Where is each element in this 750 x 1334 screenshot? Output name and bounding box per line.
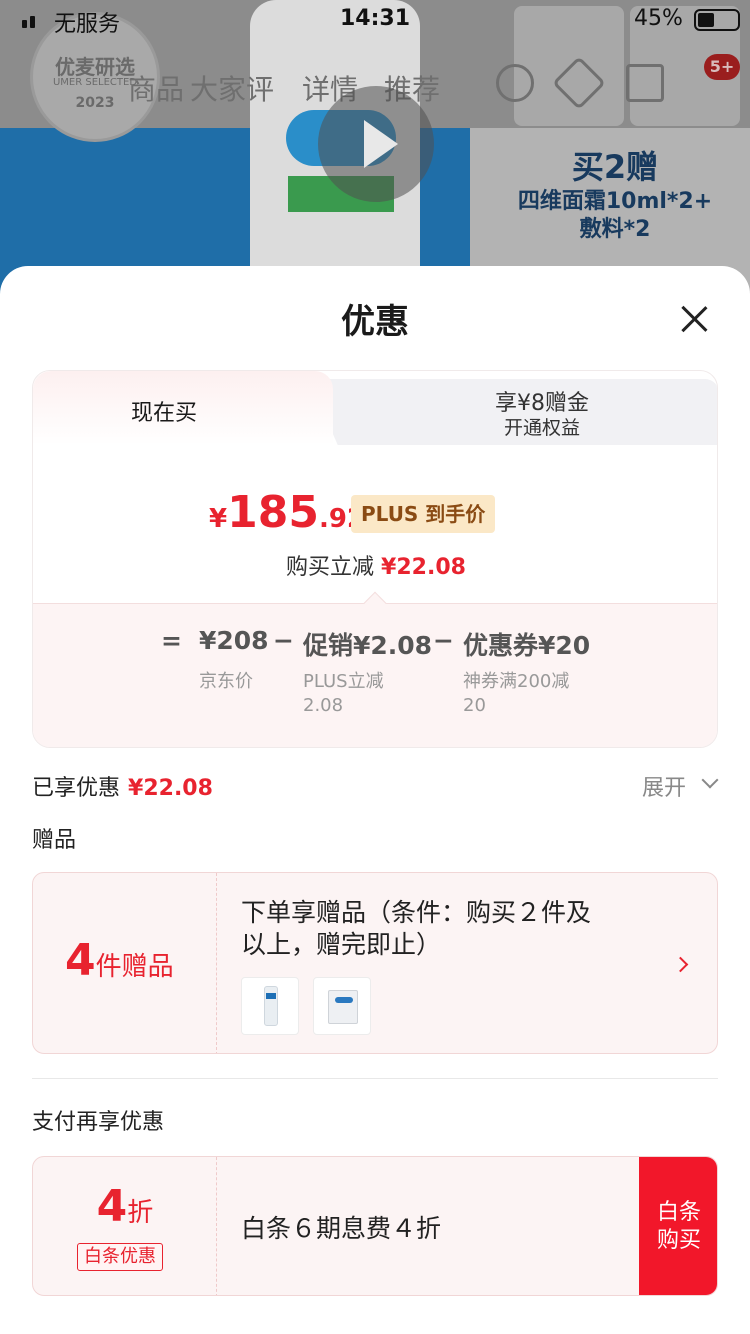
battery-icon [694, 9, 740, 31]
gift-card[interactable]: 4件赠品 下单享赠品（条件：购买２件及 以上，赠完即止） [32, 872, 718, 1054]
gift-thumbnail-cream [241, 977, 299, 1035]
close-icon[interactable] [672, 298, 716, 342]
tab-reviews[interactable]: 大家评 [190, 68, 274, 108]
background-product-page: 优麦研选 UMER SELECTED 2023 商品 大家评 详情 推荐 5+ … [0, 0, 750, 300]
promo-label: PLUS立减 2.08 [303, 671, 384, 716]
final-price: ¥185.92 [209, 487, 366, 538]
payment-discount-panel: 4折 白条优惠 [33, 1157, 217, 1295]
enjoyed-discount: 已享优惠 ¥22.08 [32, 776, 213, 801]
tab-buy-now[interactable]: 现在买 [33, 371, 333, 445]
sheet-title: 优惠 [341, 302, 409, 342]
expand-button[interactable]: 展开 [642, 770, 719, 802]
coupon-label: 神券满200减 20 [463, 671, 570, 716]
gift-promo-banner: 买2赠 四维面霜10ml*2+ 敷料*2 [517, 148, 713, 242]
battery-percent: 45% [634, 6, 683, 31]
share-icon[interactable] [626, 64, 664, 102]
coupon-discount: 优惠券¥20 [463, 631, 591, 660]
payment-offer-card: 4折 白条优惠 白条６期息费４折 白条 购买 [32, 1156, 718, 1296]
baitiao-tag: 白条优惠 [77, 1243, 163, 1271]
gift-count-panel: 4件赠品 [33, 873, 217, 1053]
equals-sign: = [161, 626, 182, 655]
notification-badge: 5+ [704, 54, 740, 80]
chevron-right-icon [672, 956, 689, 973]
tab-product[interactable]: 商品 [128, 68, 184, 108]
play-icon[interactable] [318, 86, 434, 202]
base-price: ¥208 [199, 626, 269, 655]
instant-reduction: 购买立减 ¥22.08 [286, 555, 466, 580]
pay-section-label: 支付再享优惠 [32, 1110, 165, 1135]
discount-sheet: 优惠 享¥8赠金 开通权益 现在买 ¥185.92 PLUS 到手价 购买立减 … [0, 266, 750, 1334]
divider [32, 1078, 718, 1079]
price-breakdown: = ¥208 − 促销¥2.08 − 优惠券¥20 京东价 PLUS立减 2.0… [33, 603, 717, 747]
tab-plus-benefits[interactable]: 享¥8赠金 开通权益 [309, 379, 717, 445]
minus-sign: − [433, 626, 454, 655]
gift-thumbnail-mask [313, 977, 371, 1035]
search-icon[interactable] [496, 64, 534, 102]
tab-buy-now-label: 现在买 [131, 401, 198, 426]
plus-price-tag: PLUS 到手价 [351, 495, 496, 533]
baitiao-buy-button[interactable]: 白条 购买 [639, 1157, 717, 1295]
payment-offer-description: 白条６期息费４折 [241, 1214, 442, 1243]
promo-discount: 促销¥2.08 [303, 631, 433, 660]
price-row: ¥185.92 PLUS 到手价 [33, 483, 717, 543]
gift-description: 下单享赠品（条件：购买２件及 以上，赠完即止） [241, 898, 592, 959]
gift-section-label: 赠品 [32, 828, 77, 853]
price-card: 享¥8赠金 开通权益 现在买 ¥185.92 PLUS 到手价 购买立减 ¥22… [32, 370, 718, 748]
payment-discount: 4折 [96, 1181, 154, 1232]
base-price-label: 京东价 [199, 671, 253, 692]
gift-count: 4件赠品 [65, 935, 174, 986]
minus-sign: − [273, 626, 294, 655]
plus-tab-subtitle: 开通权益 [503, 417, 580, 439]
chevron-down-icon [701, 771, 719, 789]
status-bar: 无服务 14:31 45% [0, 0, 750, 40]
